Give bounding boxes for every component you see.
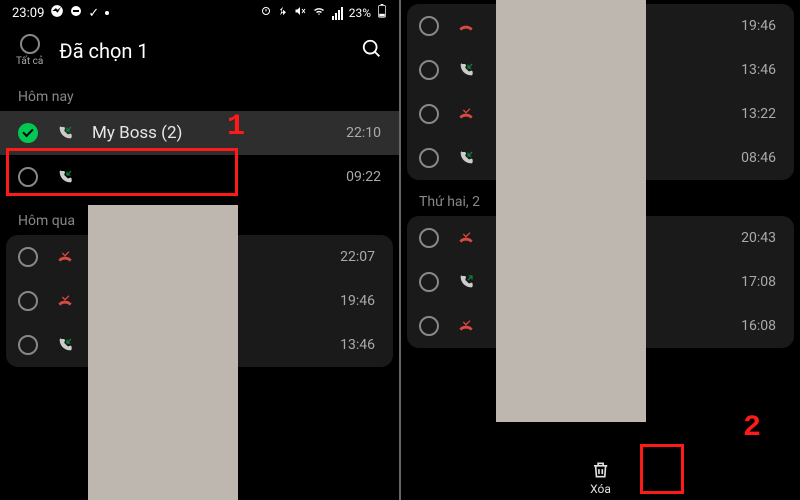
status-bar: 23:09 ✓ 23 (0, 0, 399, 26)
call-time: 13:46 (340, 337, 375, 353)
delete-label: Xóa (590, 482, 611, 496)
missed-call-icon (54, 293, 76, 309)
row-checkbox[interactable] (18, 335, 38, 355)
search-button[interactable] (361, 38, 383, 64)
battery-icon (377, 4, 387, 22)
call-time: 17:08 (741, 274, 776, 290)
call-time: 22:10 (346, 125, 381, 141)
incoming-call-icon (455, 62, 477, 78)
row-checkbox[interactable] (419, 316, 439, 336)
call-time: 22:07 (340, 249, 375, 265)
call-time: 16:08 (741, 318, 776, 334)
bt-icon (278, 5, 288, 21)
select-all-checkbox[interactable] (20, 34, 40, 54)
row-checkbox[interactable] (419, 60, 439, 80)
redaction-overlay (88, 205, 238, 500)
missed-call-icon (455, 318, 477, 334)
call-time: 19:46 (741, 18, 776, 34)
row-checkbox[interactable] (419, 104, 439, 124)
row-checkbox[interactable] (18, 123, 38, 143)
call-time: 13:22 (741, 106, 776, 122)
contact-name: My Boss (2) (92, 123, 330, 143)
redaction-overlay (496, 0, 646, 422)
missed-call-icon (455, 18, 477, 34)
battery: 23% (349, 6, 371, 20)
call-time: 08:46 (741, 150, 776, 166)
incoming-call-icon (54, 337, 76, 353)
annotation-2: 2 (743, 411, 761, 445)
row-checkbox[interactable] (419, 272, 439, 292)
highlight-box-2 (640, 444, 684, 494)
row-checkbox[interactable] (419, 148, 439, 168)
call-time: 13:46 (741, 62, 776, 78)
highlight-box-1 (6, 148, 238, 196)
row-checkbox[interactable] (18, 291, 38, 311)
clock: 23:09 (12, 6, 44, 21)
incoming-call-icon (455, 150, 477, 166)
incoming-call-icon (54, 125, 76, 141)
mute-icon (294, 5, 306, 21)
alarm-icon (260, 5, 272, 21)
select-all-button[interactable]: Tất cả (16, 34, 43, 67)
call-time: 20:43 (741, 230, 776, 246)
more-icon (105, 11, 109, 15)
dnd-icon (70, 5, 82, 21)
messenger-icon (50, 4, 64, 22)
delete-button[interactable]: Xóa (590, 460, 611, 496)
row-checkbox[interactable] (18, 247, 38, 267)
annotation-1: 1 (227, 110, 245, 144)
signal-icon (332, 7, 343, 20)
selection-title: Đã chọn 1 (59, 39, 345, 63)
outgoing-call-icon (455, 274, 477, 290)
wifi-icon (312, 5, 326, 21)
tick-icon: ✓ (88, 6, 99, 21)
call-time: 19:46 (340, 293, 375, 309)
row-checkbox[interactable] (419, 228, 439, 248)
missed-call-icon (54, 249, 76, 265)
section-today: Hôm nay (0, 75, 399, 111)
selection-header: Tất cả Đã chọn 1 (0, 26, 399, 75)
row-checkbox[interactable] (419, 16, 439, 36)
missed-call-icon (455, 106, 477, 122)
call-time: 09:22 (346, 169, 381, 185)
missed-call-icon (455, 230, 477, 246)
